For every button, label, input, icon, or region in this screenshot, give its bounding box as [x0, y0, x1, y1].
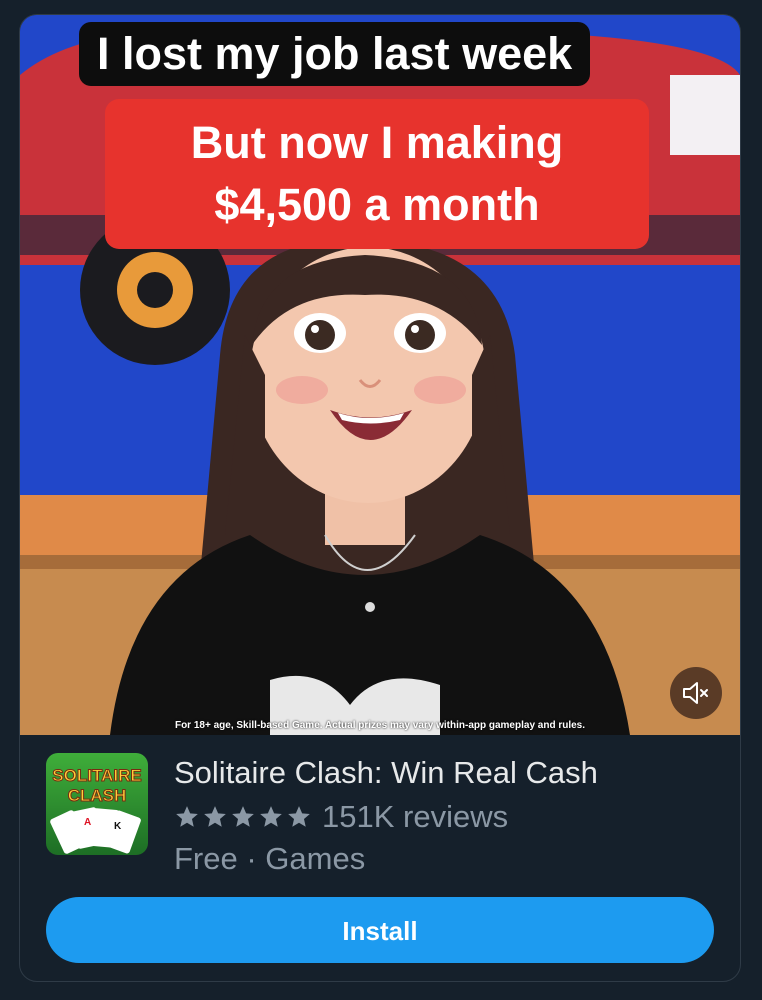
star-icon: [288, 806, 310, 827]
star-icon: [260, 806, 282, 827]
star-icon: [232, 806, 254, 827]
caption-line-a: But now I making: [190, 117, 564, 168]
app-title[interactable]: Solitaire Clash: Win Real Cash: [174, 753, 598, 793]
disclaimer-text: For 18+ age, Skill-based Game. Actual pr…: [174, 720, 586, 731]
review-count: 151K reviews: [322, 799, 509, 834]
svg-text:A: A: [84, 817, 91, 828]
star-rating: [174, 804, 312, 830]
svg-text:K: K: [114, 821, 122, 832]
app-info: SOLITAIRE CLASH A K Solitaire Clash: Win…: [20, 735, 740, 981]
mute-button[interactable]: [670, 667, 722, 719]
app-category: Free · Games: [174, 841, 366, 876]
speaker-muted-icon: [683, 682, 708, 704]
video-player[interactable]: I lost my job last week But now I making…: [20, 15, 740, 735]
svg-text:CLASH: CLASH: [68, 786, 127, 805]
svg-text:SOLITAIRE: SOLITAIRE: [52, 766, 141, 785]
caption-highlight: But now I making $4,500 a month: [105, 99, 649, 249]
ad-card: I lost my job last week But now I making…: [19, 14, 741, 982]
app-icon[interactable]: SOLITAIRE CLASH A K: [46, 753, 148, 855]
caption-top: I lost my job last week: [79, 22, 591, 86]
install-button[interactable]: Install: [46, 897, 714, 963]
solitaire-clash-logo: SOLITAIRE CLASH A K: [46, 753, 148, 855]
star-icon: [176, 806, 198, 827]
rating-row: 151K reviews: [174, 797, 508, 837]
caption-line-b: $4,500 a month: [214, 179, 540, 230]
star-icon: [204, 806, 226, 827]
